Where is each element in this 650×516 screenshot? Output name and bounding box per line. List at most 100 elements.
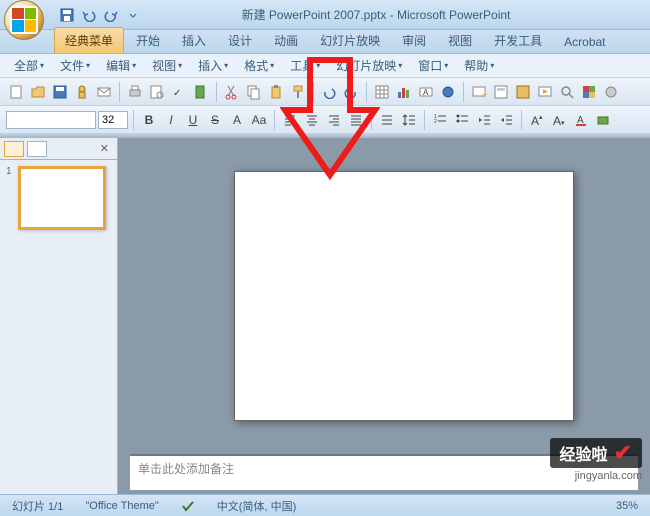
tab-review[interactable]: 审阅: [392, 28, 436, 53]
menu-slideshow-label: 幻灯片放映: [336, 57, 396, 74]
decrease-indent-icon[interactable]: [474, 110, 494, 130]
new-icon[interactable]: [6, 82, 26, 102]
status-spellcheck-icon[interactable]: [177, 499, 199, 513]
menu-edit[interactable]: 编辑▾: [100, 55, 142, 76]
spelling-icon[interactable]: ✓: [169, 82, 189, 102]
menu-all-label: 全部: [14, 57, 38, 74]
slideshow-icon[interactable]: [535, 82, 555, 102]
undo-icon[interactable]: [80, 6, 98, 24]
status-zoom[interactable]: 35%: [612, 500, 642, 512]
menu-all[interactable]: 全部▾: [8, 55, 50, 76]
menu-insert[interactable]: 插入▾: [192, 55, 234, 76]
justify-icon[interactable]: [346, 110, 366, 130]
separator: [424, 110, 425, 130]
paste-icon[interactable]: [266, 82, 286, 102]
research-icon[interactable]: [191, 82, 211, 102]
print-preview-icon[interactable]: [147, 82, 167, 102]
panel-tabs: ✕: [0, 138, 117, 160]
menu-window[interactable]: 窗口▾: [412, 55, 454, 76]
align-left-icon[interactable]: [280, 110, 300, 130]
slides-tab[interactable]: [4, 141, 24, 157]
tab-insert[interactable]: 插入: [172, 28, 216, 53]
line-spacing-icon[interactable]: [399, 110, 419, 130]
menu-help[interactable]: 帮助▾: [458, 55, 500, 76]
tab-design[interactable]: 设计: [218, 28, 262, 53]
shape-icon[interactable]: [593, 110, 613, 130]
print-icon[interactable]: [125, 82, 145, 102]
color-scheme-icon[interactable]: [579, 82, 599, 102]
separator: [133, 110, 134, 130]
copy-icon[interactable]: [244, 82, 264, 102]
slide-thumbnail[interactable]: [18, 166, 106, 230]
separator: [371, 110, 372, 130]
notes-area[interactable]: 单击此处添加备注: [130, 454, 638, 490]
permission-icon[interactable]: [72, 82, 92, 102]
text-effect-button[interactable]: A: [227, 110, 247, 130]
undo-icon[interactable]: [319, 82, 339, 102]
ribbon-tabs: 经典菜单 开始 插入 设计 动画 幻灯片放映 审阅 视图 开发工具 Acroba…: [0, 30, 650, 54]
layout-icon[interactable]: [491, 82, 511, 102]
change-case-button[interactable]: Aa: [249, 110, 269, 130]
font-color-icon[interactable]: A: [571, 110, 591, 130]
toolbar-row-1: ✓ A +: [0, 78, 650, 106]
distribute-icon[interactable]: [377, 110, 397, 130]
menu-tools-label: 工具: [290, 57, 314, 74]
menu-tools[interactable]: 工具▾: [284, 55, 326, 76]
menu-file[interactable]: 文件▾: [54, 55, 96, 76]
slide-canvas-area: [118, 138, 650, 454]
format-painter-icon[interactable]: [288, 82, 308, 102]
save-icon[interactable]: [50, 82, 70, 102]
chevron-down-icon: ▾: [490, 61, 494, 70]
email-icon[interactable]: [94, 82, 114, 102]
separator: [119, 82, 120, 102]
hyperlink-icon[interactable]: [438, 82, 458, 102]
tab-animation[interactable]: 动画: [264, 28, 308, 53]
cut-icon[interactable]: [222, 82, 242, 102]
align-right-icon[interactable]: [324, 110, 344, 130]
svg-text:✓: ✓: [173, 88, 181, 99]
office-button[interactable]: [4, 0, 44, 40]
options-icon[interactable]: [601, 82, 621, 102]
open-icon[interactable]: [28, 82, 48, 102]
tab-acrobat[interactable]: Acrobat: [554, 31, 615, 53]
align-center-icon[interactable]: [302, 110, 322, 130]
increase-indent-icon[interactable]: [496, 110, 516, 130]
thumbnail-item[interactable]: 1: [6, 166, 111, 230]
bold-button[interactable]: B: [139, 110, 159, 130]
zoom-icon[interactable]: [557, 82, 577, 102]
design-icon[interactable]: [513, 82, 533, 102]
slide[interactable]: [234, 171, 574, 421]
tab-developer[interactable]: 开发工具: [484, 28, 552, 53]
outline-tab[interactable]: [27, 141, 47, 157]
tab-view[interactable]: 视图: [438, 28, 482, 53]
increase-font-icon[interactable]: A▴: [527, 110, 547, 130]
panel-close-button[interactable]: ✕: [96, 142, 113, 155]
bullets-icon[interactable]: [452, 110, 472, 130]
menu-insert-label: 插入: [198, 57, 222, 74]
numbering-icon[interactable]: 12: [430, 110, 450, 130]
font-name-input[interactable]: [6, 111, 96, 129]
chevron-down-icon: ▾: [40, 61, 44, 70]
strikethrough-button[interactable]: S: [205, 110, 225, 130]
menu-slideshow[interactable]: 幻灯片放映▾: [330, 55, 408, 76]
svg-text:A: A: [553, 114, 561, 127]
new-slide-icon[interactable]: +: [469, 82, 489, 102]
tab-classic-menu[interactable]: 经典菜单: [54, 27, 124, 53]
tab-home[interactable]: 开始: [126, 28, 170, 53]
tab-slideshow[interactable]: 幻灯片放映: [310, 28, 390, 53]
chevron-down-icon: ▾: [224, 61, 228, 70]
redo-icon[interactable]: [341, 82, 361, 102]
font-size-input[interactable]: [98, 111, 128, 129]
decrease-font-icon[interactable]: A▾: [549, 110, 569, 130]
chart-icon[interactable]: [394, 82, 414, 102]
status-bar: 幻灯片 1/1 "Office Theme" 中文(简体, 中国) 35%: [0, 494, 650, 516]
save-icon[interactable]: [58, 6, 76, 24]
menu-view[interactable]: 视图▾: [146, 55, 188, 76]
menu-format[interactable]: 格式▾: [238, 55, 280, 76]
table-icon[interactable]: [372, 82, 392, 102]
separator: [313, 82, 314, 102]
italic-button[interactable]: I: [161, 110, 181, 130]
office-logo-icon: [10, 6, 38, 34]
textbox-icon[interactable]: A: [416, 82, 436, 102]
underline-button[interactable]: U: [183, 110, 203, 130]
